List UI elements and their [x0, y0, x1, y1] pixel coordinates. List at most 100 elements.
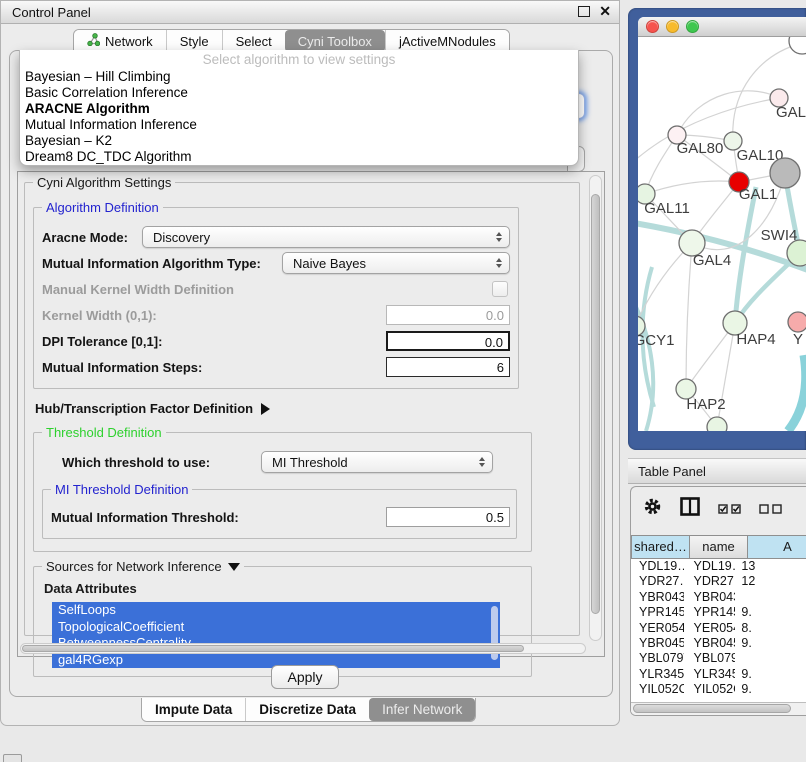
- table-horizontal-scrollbar[interactable]: [631, 702, 806, 715]
- group-title: Cyni Algorithm Settings: [33, 175, 175, 190]
- table-toolbar: [631, 487, 806, 531]
- column-header[interactable]: A: [748, 535, 806, 559]
- scrollbar-thumb[interactable]: [22, 645, 524, 652]
- algorithm-dropdown-list: Bayesian – Hill ClimbingBasic Correlatio…: [20, 69, 578, 165]
- data-attributes-list[interactable]: SelfLoopsTopologicalCoefficientBetweenne…: [52, 602, 500, 668]
- table-row[interactable]: YDR27…YDR27…12: [631, 574, 806, 589]
- network-node-label: HAP4: [736, 331, 775, 348]
- network-node[interactable]: [770, 158, 800, 188]
- minimized-panel-button[interactable]: [3, 754, 22, 762]
- algorithm-option[interactable]: Mutual Information Inference: [20, 117, 578, 133]
- group-title: MI Threshold Definition: [51, 482, 192, 497]
- control-panel-titlebar[interactable]: Control Panel ✕: [1, 1, 619, 24]
- close-icon[interactable]: ✕: [599, 5, 611, 17]
- minimize-traffic-light-icon[interactable]: [666, 20, 679, 33]
- dpi-tolerance-field[interactable]: 0.0: [386, 331, 510, 351]
- table-row[interactable]: YBR043CYBR043C: [631, 590, 806, 605]
- close-traffic-light-icon[interactable]: [646, 20, 659, 33]
- attribute-list-item[interactable]: SelfLoops: [52, 602, 500, 619]
- algorithm-option[interactable]: Bayesian – Hill Climbing: [20, 69, 578, 85]
- mi-threshold-field[interactable]: 0.5: [386, 507, 510, 527]
- deselect-all-icon[interactable]: [759, 504, 782, 514]
- table-cell: YLR345W: [631, 667, 684, 682]
- tab-label: jActiveMNodules: [399, 34, 496, 49]
- network-node-label: HAP2: [686, 396, 725, 413]
- network-node[interactable]: [788, 312, 806, 332]
- combo-value: Naive Bayes: [283, 256, 496, 271]
- algorithm-option[interactable]: Basic Correlation Inference: [20, 85, 578, 101]
- tab-jactivemnodules[interactable]: jActiveMNodules: [385, 30, 509, 52]
- column-header[interactable]: name: [690, 535, 748, 559]
- settings-vertical-scrollbar[interactable]: [589, 175, 602, 641]
- mi-algorithm-type-combo[interactable]: Naive Bayes: [282, 252, 510, 274]
- stepper-arrows-icon: [496, 258, 502, 268]
- algorithm-option[interactable]: Dream8 DC_TDC Algorithm: [20, 149, 578, 165]
- table-cell: YLR345W: [684, 667, 736, 682]
- table-cell: YER054C: [631, 621, 684, 636]
- hub-transcription-factor-section[interactable]: Hub/Transcription Factor Definition: [35, 401, 579, 416]
- hub-section-label: Hub/Transcription Factor Definition: [35, 401, 253, 416]
- bottom-tabbar: Impute Data Discretize Data Infer Networ…: [141, 698, 476, 722]
- tab-impute-data[interactable]: Impute Data: [142, 698, 245, 721]
- sources-group-title[interactable]: Sources for Network Inference: [42, 559, 244, 574]
- apply-button[interactable]: Apply: [271, 665, 339, 689]
- network-canvas[interactable]: GALGAL80GAL10GAL1GAL11GAL4SWI4GCY1HAP4YH…: [638, 37, 806, 431]
- kernel-width-label: Kernel Width (0,1):: [42, 308, 157, 323]
- network-node[interactable]: [789, 37, 806, 54]
- split-columns-icon[interactable]: [680, 497, 700, 521]
- zoom-traffic-light-icon[interactable]: [686, 20, 699, 33]
- table-panel-body: shared…nameA YDL19…YDL19…13YDR27…YDR27…1…: [630, 486, 806, 716]
- combo-value: Discovery: [143, 230, 496, 245]
- table-panel-title: Table Panel: [638, 464, 706, 479]
- which-threshold-combo[interactable]: MI Threshold: [261, 451, 493, 473]
- node-table: shared…nameA YDL19…YDL19…13YDR27…YDR27…1…: [631, 535, 806, 715]
- algorithm-dropdown[interactable]: Select algorithm to view settings Bayesi…: [19, 50, 579, 166]
- algorithm-option[interactable]: Bayesian – K2: [20, 133, 578, 149]
- table-row[interactable]: YPR145WYPR145W9.: [631, 605, 806, 620]
- table-row[interactable]: YLR345WYLR345W9.: [631, 667, 806, 682]
- scrollbar-thumb[interactable]: [591, 194, 600, 614]
- tab-select[interactable]: Select: [222, 30, 285, 52]
- mi-algorithm-type-label: Mutual Information Algorithm Type:: [42, 256, 261, 271]
- float-window-icon[interactable]: [578, 6, 590, 17]
- attr-items-container: SelfLoopsTopologicalCoefficientBetweenne…: [52, 602, 500, 668]
- table-row[interactable]: YER054CYER054C8.: [631, 621, 806, 636]
- tab-network[interactable]: Network: [74, 30, 166, 52]
- table-cell: 8.: [735, 621, 806, 636]
- mi-steps-field[interactable]: 6: [386, 357, 510, 377]
- algorithm-option[interactable]: ARACNE Algorithm: [20, 101, 578, 117]
- manual-kernel-width-checkbox[interactable]: [492, 281, 508, 297]
- table-cell: YDR27…: [631, 574, 684, 589]
- kernel-width-field[interactable]: 0.0: [386, 305, 510, 325]
- tab-discretize-data[interactable]: Discretize Data: [245, 698, 369, 721]
- network-node[interactable]: [707, 417, 727, 431]
- settings-horizontal-scrollbar[interactable]: [20, 643, 586, 654]
- network-node-label: GAL80: [677, 140, 724, 157]
- gear-icon[interactable]: [643, 497, 662, 521]
- tab-cyni-toolbox[interactable]: Cyni Toolbox: [285, 30, 385, 52]
- table-cell: YBR045C: [684, 636, 736, 651]
- column-header[interactable]: shared…: [631, 535, 690, 559]
- network-window-titlebar[interactable]: [638, 17, 806, 37]
- expand-arrow-icon[interactable]: [261, 403, 270, 415]
- table-row[interactable]: YDL19…YDL19…13: [631, 559, 806, 574]
- collapse-arrow-icon[interactable]: [228, 563, 240, 571]
- table-cell: YDL19…: [684, 559, 736, 574]
- table-row[interactable]: YBR045CYBR045C9.: [631, 636, 806, 651]
- scrollbar-thumb[interactable]: [633, 704, 791, 713]
- tab-style[interactable]: Style: [166, 30, 222, 52]
- attribute-list-item[interactable]: TopologicalCoefficient: [52, 619, 500, 636]
- combo-value: MI Threshold: [262, 455, 479, 470]
- table-row[interactable]: YIL052CYIL052C9.: [631, 682, 806, 697]
- select-all-icon[interactable]: [718, 504, 741, 514]
- sources-group: Sources for Network Inference Data Attri…: [33, 566, 532, 677]
- control-panel-window: Control Panel ✕ Network: [0, 0, 620, 726]
- aracne-mode-combo[interactable]: Discovery: [142, 226, 510, 248]
- table-body-rows: YDL19…YDL19…13YDR27…YDR27…12YBR043CYBR04…: [631, 559, 806, 698]
- network-node-label: GAL4: [693, 252, 731, 269]
- table-cell: 9.: [735, 605, 806, 620]
- tab-infer-network[interactable]: Infer Network: [369, 698, 475, 721]
- table-panel-titlebar[interactable]: Table Panel: [628, 458, 806, 484]
- tab-label: Infer Network: [382, 702, 462, 717]
- table-row[interactable]: YBL079WYBL079W: [631, 651, 806, 666]
